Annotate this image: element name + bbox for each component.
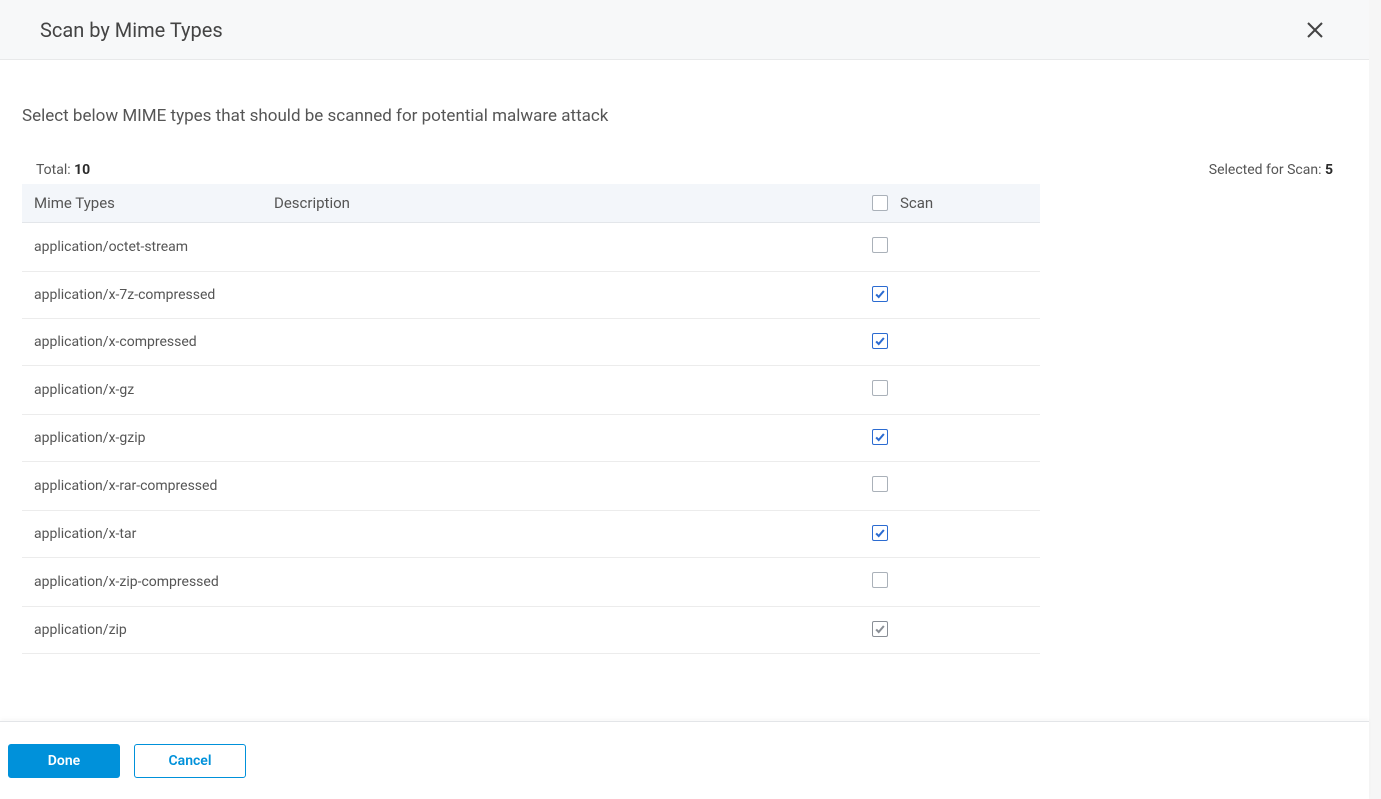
mime-type-cell: application/octet-stream <box>22 223 262 272</box>
header-mime-types[interactable]: Mime Types <box>22 184 262 223</box>
table-row[interactable]: application/x-compressed <box>22 319 1040 366</box>
mime-type-cell: application/x-compressed <box>22 319 262 366</box>
check-icon <box>874 335 886 347</box>
dialog-footer: Done Cancel <box>0 721 1369 799</box>
check-icon <box>874 288 886 300</box>
scan-cell <box>860 607 1040 654</box>
total-count: 10 <box>74 162 90 178</box>
scan-cell <box>860 319 1040 366</box>
description-cell <box>262 366 860 415</box>
description-cell <box>262 223 860 272</box>
table-row[interactable]: application/x-gzip <box>22 415 1040 462</box>
scan-checkbox[interactable] <box>872 237 888 253</box>
total-summary: Total: 10 <box>36 162 90 178</box>
scan-cell <box>860 366 1040 415</box>
scan-checkbox[interactable] <box>872 476 888 492</box>
mime-type-cell: application/x-zip-compressed <box>22 558 262 607</box>
cancel-button[interactable]: Cancel <box>134 744 246 778</box>
dialog-title: Scan by Mime Types <box>40 18 223 42</box>
scan-checkbox[interactable] <box>872 429 888 445</box>
table-row[interactable]: application/x-zip-compressed <box>22 558 1040 607</box>
selected-count: 5 <box>1325 162 1333 178</box>
description-cell <box>262 558 860 607</box>
selected-label: Selected for Scan: <box>1209 162 1322 178</box>
mime-table-wrap: Mime Types Description Scan <box>22 184 1347 721</box>
mime-type-cell: application/x-gzip <box>22 415 262 462</box>
description-cell <box>262 319 860 366</box>
scan-checkbox[interactable] <box>872 333 888 349</box>
scan-checkbox[interactable] <box>872 286 888 302</box>
description-cell <box>262 272 860 319</box>
mime-table-scroll[interactable]: Mime Types Description Scan <box>22 184 1347 721</box>
scan-checkbox[interactable] <box>872 621 888 637</box>
header-description[interactable]: Description <box>262 184 860 223</box>
scan-checkbox[interactable] <box>872 525 888 541</box>
table-header-row: Mime Types Description Scan <box>22 184 1040 223</box>
selected-summary: Selected for Scan: 5 <box>1209 162 1333 178</box>
close-icon <box>1305 20 1325 40</box>
table-row[interactable]: application/x-gz <box>22 366 1040 415</box>
description-cell <box>262 511 860 558</box>
dialog-body: Select below MIME types that should be s… <box>0 60 1369 721</box>
scan-cell <box>860 415 1040 462</box>
mime-type-cell: application/x-gz <box>22 366 262 415</box>
scan-cell <box>860 462 1040 511</box>
table-row[interactable]: application/octet-stream <box>22 223 1040 272</box>
check-icon <box>874 431 886 443</box>
mime-type-cell: application/x-tar <box>22 511 262 558</box>
scan-cell <box>860 511 1040 558</box>
mime-type-cell: application/x-7z-compressed <box>22 272 262 319</box>
description-cell <box>262 415 860 462</box>
mime-table: Mime Types Description Scan <box>22 184 1040 654</box>
header-scan-label: Scan <box>900 194 933 212</box>
scan-select-all-checkbox[interactable] <box>872 195 888 211</box>
check-icon <box>874 527 886 539</box>
scan-checkbox[interactable] <box>872 572 888 588</box>
mime-type-cell: application/x-rar-compressed <box>22 462 262 511</box>
dialog-scan-by-mime-types: Scan by Mime Types Select below MIME typ… <box>0 0 1381 799</box>
table-row[interactable]: application/x-tar <box>22 511 1040 558</box>
close-button[interactable] <box>1301 16 1329 44</box>
scan-cell <box>860 272 1040 319</box>
check-icon <box>874 623 886 635</box>
header-scan: Scan <box>860 184 1040 223</box>
description-cell <box>262 607 860 654</box>
done-button[interactable]: Done <box>8 744 120 778</box>
table-row[interactable]: application/x-rar-compressed <box>22 462 1040 511</box>
description-cell <box>262 462 860 511</box>
scan-checkbox[interactable] <box>872 380 888 396</box>
instruction-text: Select below MIME types that should be s… <box>0 60 1369 144</box>
summary-row: Total: 10 Selected for Scan: 5 <box>0 144 1369 184</box>
scan-cell <box>860 223 1040 272</box>
mime-tbody: application/octet-streamapplication/x-7z… <box>22 223 1040 654</box>
table-row[interactable]: application/x-7z-compressed <box>22 272 1040 319</box>
scan-cell <box>860 558 1040 607</box>
dialog-header: Scan by Mime Types <box>0 0 1369 60</box>
total-label: Total: <box>36 162 71 178</box>
mime-type-cell: application/zip <box>22 607 262 654</box>
table-row[interactable]: application/zip <box>22 607 1040 654</box>
